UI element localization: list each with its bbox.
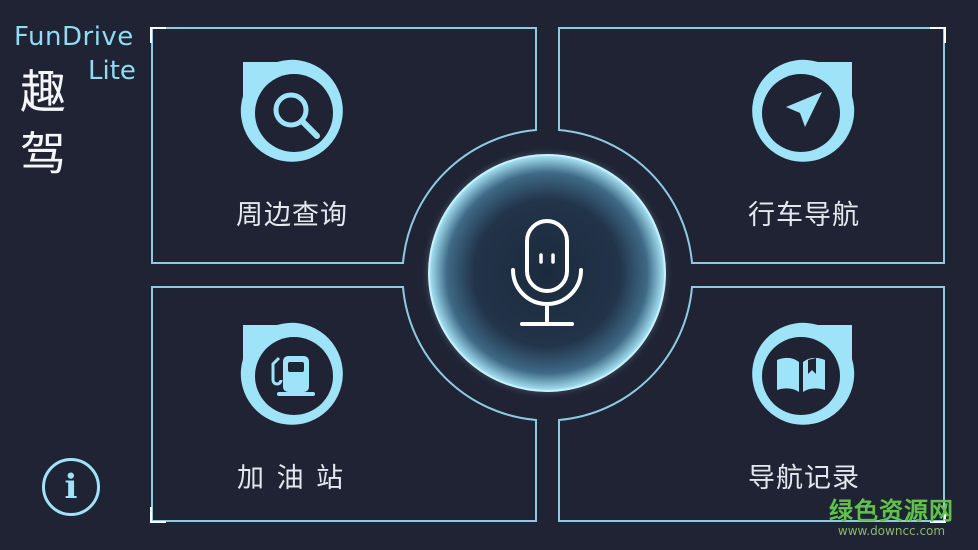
watermark: 绿色资源网 www.downcc.com	[829, 491, 954, 538]
info-icon: i	[64, 467, 78, 507]
tile-navigation-label: 行车导航	[748, 200, 860, 231]
voice-input-button[interactable]	[429, 155, 665, 391]
info-button[interactable]: i	[42, 458, 100, 516]
watermark-title: 绿色资源网	[829, 497, 954, 525]
tile-nav-history-label: 导航记录	[748, 463, 860, 494]
watermark-url: www.downcc.com	[837, 524, 946, 538]
tile-gas-station-label: 加 油 站	[237, 463, 346, 494]
tile-nearby-search-label: 周边查询	[236, 200, 348, 231]
